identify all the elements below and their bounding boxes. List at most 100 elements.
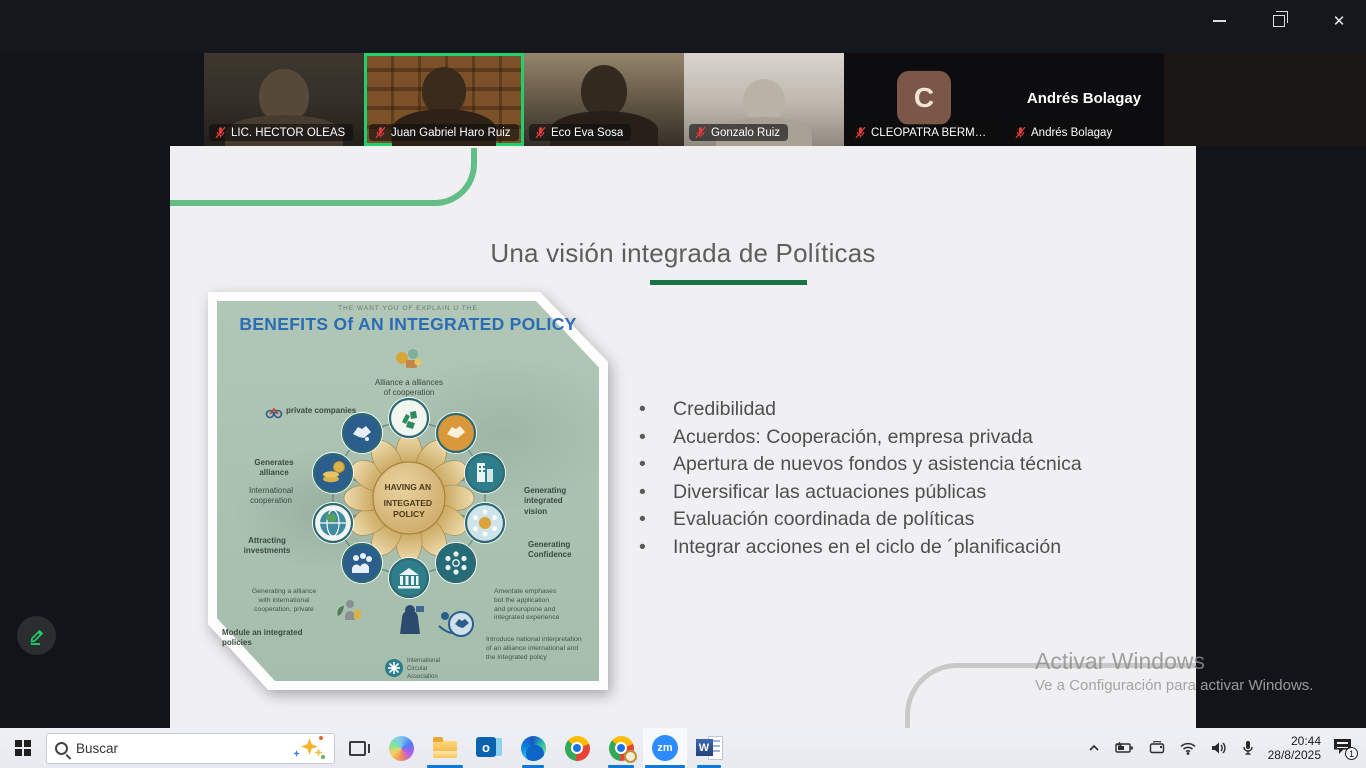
participant-name-pill: LIC. HECTOR OLEAS bbox=[209, 124, 353, 141]
annotate-pencil-button[interactable] bbox=[17, 616, 56, 655]
windows-logo-icon bbox=[15, 740, 31, 756]
restore-button[interactable] bbox=[1260, 6, 1298, 36]
label-generates-alliance: Generates alliance bbox=[244, 458, 304, 479]
chrome-profile-button[interactable] bbox=[599, 728, 643, 768]
person-flag-icon bbox=[400, 605, 424, 634]
battery-icon[interactable] bbox=[1115, 740, 1135, 756]
copilot-sparkles-icon bbox=[292, 735, 326, 761]
video-tile-eva[interactable]: Eco Eva Sosa bbox=[524, 53, 684, 146]
participant-display-name: Andrés Bolagay bbox=[1004, 89, 1164, 106]
alliance-cluster-icon bbox=[396, 349, 422, 368]
bullet-item: Acuerdos: Cooperación, empresa privada bbox=[637, 424, 1207, 452]
participant-name-pill: Gonzalo Ruiz bbox=[689, 124, 788, 141]
task-view-button[interactable] bbox=[335, 728, 379, 768]
label-note-right-2: Introduce national interpretation of an … bbox=[486, 636, 604, 662]
participant-name: Eco Eva Sosa bbox=[551, 127, 623, 139]
microphone-icon[interactable] bbox=[1241, 740, 1255, 756]
label-generating-confidence: Generating Confidence bbox=[528, 540, 598, 561]
bullet-item: Integrar acciones en el ciclo de ´planif… bbox=[637, 534, 1207, 562]
tray-expand-chevron-icon[interactable] bbox=[1086, 740, 1102, 756]
video-tile-hector[interactable]: LIC. HECTOR OLEAS bbox=[204, 53, 364, 146]
file-explorer-button[interactable] bbox=[423, 728, 467, 768]
minimize-icon bbox=[1213, 20, 1226, 22]
node-confidence-icon bbox=[464, 502, 506, 544]
clock[interactable]: 20:44 28/8/2025 bbox=[1268, 734, 1321, 762]
taskbar-search-box[interactable]: Buscar bbox=[46, 733, 335, 764]
cast-display-icon[interactable] bbox=[1148, 740, 1166, 756]
node-globe-icon bbox=[312, 502, 354, 544]
edge-button[interactable] bbox=[511, 728, 555, 768]
participant-silhouette bbox=[581, 65, 627, 117]
footer-logo-icon bbox=[385, 659, 403, 677]
video-strip-empty-area bbox=[1164, 53, 1366, 146]
muted-mic-icon bbox=[374, 126, 387, 139]
system-tray: 20:44 28/8/2025 1 bbox=[1086, 734, 1366, 762]
participant-name: Gonzalo Ruiz bbox=[711, 127, 780, 139]
participant-name-pill: Juan Gabriel Haro Ruiz bbox=[369, 124, 519, 141]
search-placeholder: Buscar bbox=[76, 741, 284, 756]
participant-name: CLEOPATRA BERMUD... bbox=[871, 127, 991, 139]
label-attracting-investments: Attracting investments bbox=[232, 536, 302, 557]
bullet-item: Evaluación coordinada de políticas bbox=[637, 506, 1207, 534]
title-accent-underline bbox=[650, 280, 807, 285]
zoom-meeting-window: ✕ LIC. HECTOR OLEAS Juan Gabriel Haro Ru… bbox=[0, 0, 1366, 768]
zoom-app-button[interactable]: zm bbox=[643, 728, 687, 768]
node-handshake-orange-icon bbox=[435, 412, 477, 454]
label-note-right-1: Amentate emphases bot the application an… bbox=[494, 588, 599, 623]
restore-icon bbox=[1273, 15, 1285, 27]
pencil-icon bbox=[27, 626, 47, 646]
edge-icon bbox=[521, 736, 546, 761]
task-view-icon bbox=[349, 741, 366, 756]
copilot-icon bbox=[389, 736, 414, 761]
windows-activation-watermark-subtitle: Ve a Configuración para activar Windows. bbox=[1035, 677, 1313, 694]
label-module-integrated: Module an integrated policies bbox=[222, 628, 330, 649]
participant-silhouette bbox=[422, 67, 466, 115]
wifi-icon[interactable] bbox=[1179, 740, 1197, 756]
label-generating-alliance: Generating a alliance with international… bbox=[234, 588, 334, 614]
avatar: C bbox=[897, 70, 951, 124]
tray-date: 28/8/2025 bbox=[1268, 748, 1321, 762]
chrome-button[interactable] bbox=[555, 728, 599, 768]
chrome-profile-icon bbox=[609, 736, 634, 761]
participant-name: LIC. HECTOR OLEAS bbox=[231, 127, 345, 139]
video-tile-gonzalo[interactable]: Gonzalo Ruiz bbox=[684, 53, 844, 146]
node-coins-icon bbox=[312, 452, 354, 494]
node-people-icon bbox=[341, 542, 383, 584]
close-button[interactable]: ✕ bbox=[1320, 6, 1358, 36]
outlook-icon: o bbox=[476, 736, 502, 760]
video-strip: LIC. HECTOR OLEAS Juan Gabriel Haro Ruiz… bbox=[204, 53, 1164, 146]
video-tile-andres[interactable]: Andrés Bolagay Andrés Bolagay bbox=[1004, 53, 1164, 146]
infographic-kicker: THE WANT YOU OF EXPLAIN U THE bbox=[208, 305, 608, 312]
video-tile-juan-active-speaker[interactable]: Juan Gabriel Haro Ruiz bbox=[364, 53, 524, 146]
participant-name-pill: Eco Eva Sosa bbox=[529, 124, 631, 141]
bullet-item: Credibilidad bbox=[637, 396, 1207, 424]
video-tile-cleopatra[interactable]: C CLEOPATRA BERMUD... bbox=[844, 53, 1004, 146]
copilot-button[interactable] bbox=[379, 728, 423, 768]
windows-activation-watermark-title: Activar Windows bbox=[1035, 648, 1205, 675]
slide-title: Una visión integrada de Políticas bbox=[170, 238, 1196, 269]
node-people-ring-icon bbox=[435, 542, 477, 584]
label-footer-logo: International Circular Association bbox=[407, 658, 477, 681]
tray-time: 20:44 bbox=[1268, 734, 1321, 748]
notification-center-button[interactable]: 1 bbox=[1334, 738, 1356, 758]
shared-screen-slide: Una visión integrada de Políticas bbox=[170, 146, 1196, 728]
label-alliance-cooperation: Alliance a alliances of cooperation bbox=[329, 378, 489, 399]
label-private-companies: private companies bbox=[286, 406, 356, 416]
word-button[interactable]: W bbox=[687, 728, 731, 768]
infographic-page: HAVING AN INTEGATED POLICY bbox=[208, 292, 608, 690]
participant-name: Juan Gabriel Haro Ruiz bbox=[391, 127, 511, 139]
handshake-circle-icon bbox=[439, 612, 473, 636]
node-building-icon bbox=[464, 452, 506, 494]
minimize-button[interactable] bbox=[1200, 6, 1238, 36]
muted-mic-icon bbox=[694, 126, 707, 139]
private-companies-icon bbox=[267, 409, 282, 418]
windows-taskbar: Buscar o bbox=[0, 728, 1366, 768]
word-icon: W bbox=[696, 736, 723, 760]
start-button[interactable] bbox=[0, 728, 46, 768]
participant-name-pill: CLEOPATRA BERMUD... bbox=[849, 124, 999, 141]
label-generating-vision: Generating integrated vision bbox=[524, 486, 590, 517]
node-handshake-blue-icon bbox=[341, 412, 383, 454]
volume-icon[interactable] bbox=[1210, 740, 1228, 756]
outlook-button[interactable]: o bbox=[467, 728, 511, 768]
label-international-cooperation: International cooperation bbox=[236, 486, 306, 507]
